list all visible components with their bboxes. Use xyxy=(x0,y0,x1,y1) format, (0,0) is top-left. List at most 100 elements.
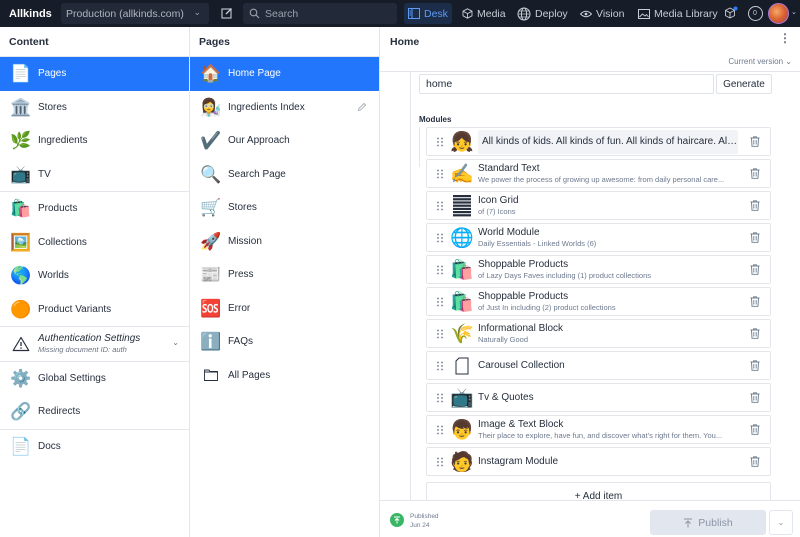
module-item[interactable]: 🌐 World Module Daily Essentials - Linked W… xyxy=(426,223,771,252)
content-item-global-settings[interactable]: ⚙️ Global Settings xyxy=(0,362,189,396)
item-label: Worlds xyxy=(38,270,69,282)
environment-select[interactable]: Production (allkinds.com) ⌄ xyxy=(61,3,209,24)
module-text: Instagram Module xyxy=(478,456,744,467)
module-title: Informational Block xyxy=(478,323,564,334)
module-item[interactable]: 🌾 Informational Block Naturally Good xyxy=(426,319,771,348)
item-label: Error xyxy=(228,302,251,314)
kids-photo-thumbnail: 👦 xyxy=(450,419,474,441)
document-pane: Home ⋮ Current version ⌄ home Generate M… xyxy=(380,27,800,537)
tool-label: Desk xyxy=(424,7,448,20)
page-item-stores[interactable]: 🛒 Stores xyxy=(190,191,379,225)
brand-logo[interactable]: Allkinds xyxy=(0,8,61,20)
page-item-our-approach[interactable]: ✔️ Our Approach xyxy=(190,124,379,158)
television-icon: 📺 xyxy=(10,164,32,184)
module-item[interactable]: 🧑 Instagram Module xyxy=(426,447,771,476)
trash-icon[interactable] xyxy=(744,168,766,179)
chevron-down-icon[interactable]: ⌄ xyxy=(791,8,797,16)
module-text: Image & Text Block Their place to explore… xyxy=(478,419,744,440)
content-item-ingredients[interactable]: 🌿 Ingredients xyxy=(0,124,189,158)
module-item[interactable]: 👧 All kinds of kids. All kinds of fun. Al… xyxy=(426,127,771,156)
content-item-stores[interactable]: 🏛️ Stores xyxy=(0,91,189,125)
content-item-worlds[interactable]: 🌎 Worlds xyxy=(0,259,189,293)
drag-handle-icon[interactable] xyxy=(432,137,448,147)
document-form: home Generate Modules 👧 All kinds of kids… xyxy=(380,71,800,500)
content-item-product-variants[interactable]: 🟠 Product Variants xyxy=(0,293,189,327)
trash-icon[interactable] xyxy=(744,456,766,467)
trash-icon[interactable] xyxy=(744,424,766,435)
search-input[interactable]: Search xyxy=(243,3,397,24)
trash-icon[interactable] xyxy=(744,232,766,243)
updates-button[interactable] xyxy=(722,4,740,22)
publish-label: Publish xyxy=(698,516,733,529)
module-item[interactable]: 🛍️ Shoppable Products of Just In including… xyxy=(426,287,771,316)
module-item[interactable]: 🛍️ Shoppable Products of Lazy Days Faves i… xyxy=(426,255,771,284)
package-icon xyxy=(725,6,738,19)
module-title: Image & Text Block xyxy=(478,419,564,430)
info-icon: ℹ️ xyxy=(200,332,222,352)
item-label: Collections xyxy=(38,236,87,248)
newspaper-icon: 📰 xyxy=(200,265,222,285)
page-item-mission[interactable]: 🚀 Mission xyxy=(190,225,379,259)
drag-handle-icon[interactable] xyxy=(432,169,448,179)
content-item-collections[interactable]: 🖼️ Collections xyxy=(0,226,189,260)
trash-icon[interactable] xyxy=(744,200,766,211)
notifications-button[interactable]: 0 xyxy=(746,4,764,22)
page-item-search-page[interactable]: 🔍 Search Page xyxy=(190,158,379,192)
trash-icon[interactable] xyxy=(744,264,766,275)
globe-icon: 🌐 xyxy=(450,227,474,249)
drag-handle-icon[interactable] xyxy=(432,457,448,467)
more-menu-icon[interactable]: ⋮ xyxy=(779,32,791,44)
tool-vision[interactable]: Vision xyxy=(576,3,628,24)
pages-pane-title: Pages xyxy=(190,27,379,57)
trash-icon[interactable] xyxy=(744,392,766,403)
content-item-redirects[interactable]: 🔗 Redirects xyxy=(0,395,189,429)
content-item-tv[interactable]: 📺 TV xyxy=(0,158,189,192)
document-title: Home xyxy=(390,36,420,48)
module-item[interactable]: Icon Grid of (7) Icons xyxy=(426,191,771,220)
tool-media[interactable]: Media xyxy=(458,3,510,24)
check-mark-icon: ✔️ xyxy=(200,131,222,151)
drag-handle-icon[interactable] xyxy=(432,297,448,307)
page-item-home[interactable]: 🏠 Home Page xyxy=(190,57,379,91)
tool-label: Media Library xyxy=(654,7,718,20)
page-item-press[interactable]: 📰 Press xyxy=(190,258,379,292)
module-item[interactable]: 👦 Image & Text Block Their place to explor… xyxy=(426,415,771,444)
drag-handle-icon[interactable] xyxy=(432,393,448,403)
module-item[interactable]: Carousel Collection xyxy=(426,351,771,380)
page-icon: 📄 xyxy=(10,64,32,84)
slug-input[interactable]: home xyxy=(419,74,714,94)
page-item-faqs[interactable]: ℹ️ FAQs xyxy=(190,325,379,359)
tool-media-library[interactable]: Media Library xyxy=(634,3,722,24)
drag-handle-icon[interactable] xyxy=(432,265,448,275)
drag-handle-icon[interactable] xyxy=(432,425,448,435)
publish-button[interactable]: Publish xyxy=(650,510,766,535)
page-item-ingredients-index[interactable]: 👩‍🔬 Ingredients Index xyxy=(190,91,379,125)
tool-desk[interactable]: Desk xyxy=(404,3,452,24)
module-subtitle: Naturally Good xyxy=(478,335,529,344)
drag-handle-icon[interactable] xyxy=(432,233,448,243)
module-item[interactable]: ✍️ Standard Text We power the process of g… xyxy=(426,159,771,188)
tool-deploy[interactable]: Deploy xyxy=(513,3,572,24)
trash-icon[interactable] xyxy=(744,296,766,307)
compose-button[interactable] xyxy=(219,5,235,21)
content-item-authentication-settings[interactable]: Authentication Settings Missing document… xyxy=(0,327,189,361)
page-item-error[interactable]: 🆘 Error xyxy=(190,292,379,326)
content-item-docs[interactable]: 📄 Docs xyxy=(0,430,189,464)
drag-handle-icon[interactable] xyxy=(432,329,448,339)
chevron-down-icon[interactable]: ⌄ xyxy=(172,338,179,347)
user-avatar[interactable] xyxy=(768,3,789,24)
content-item-products[interactable]: 🛍️ Products xyxy=(0,192,189,226)
page-item-all-pages[interactable]: All Pages xyxy=(190,359,379,393)
publish-options-button[interactable]: ⌄ xyxy=(769,510,793,535)
drag-handle-icon[interactable] xyxy=(432,361,448,371)
add-item-button[interactable]: + Add item xyxy=(426,482,771,500)
trash-icon[interactable] xyxy=(744,328,766,339)
drag-handle-icon[interactable] xyxy=(432,201,448,211)
version-select[interactable]: Current version ⌄ xyxy=(728,57,792,66)
trash-icon[interactable] xyxy=(744,360,766,371)
module-item[interactable]: 📺 Tv & Quotes xyxy=(426,383,771,412)
generate-button[interactable]: Generate xyxy=(716,74,772,94)
content-item-pages[interactable]: 📄 Pages xyxy=(0,57,189,91)
trash-icon[interactable] xyxy=(744,136,766,147)
warning-icon xyxy=(11,334,31,354)
